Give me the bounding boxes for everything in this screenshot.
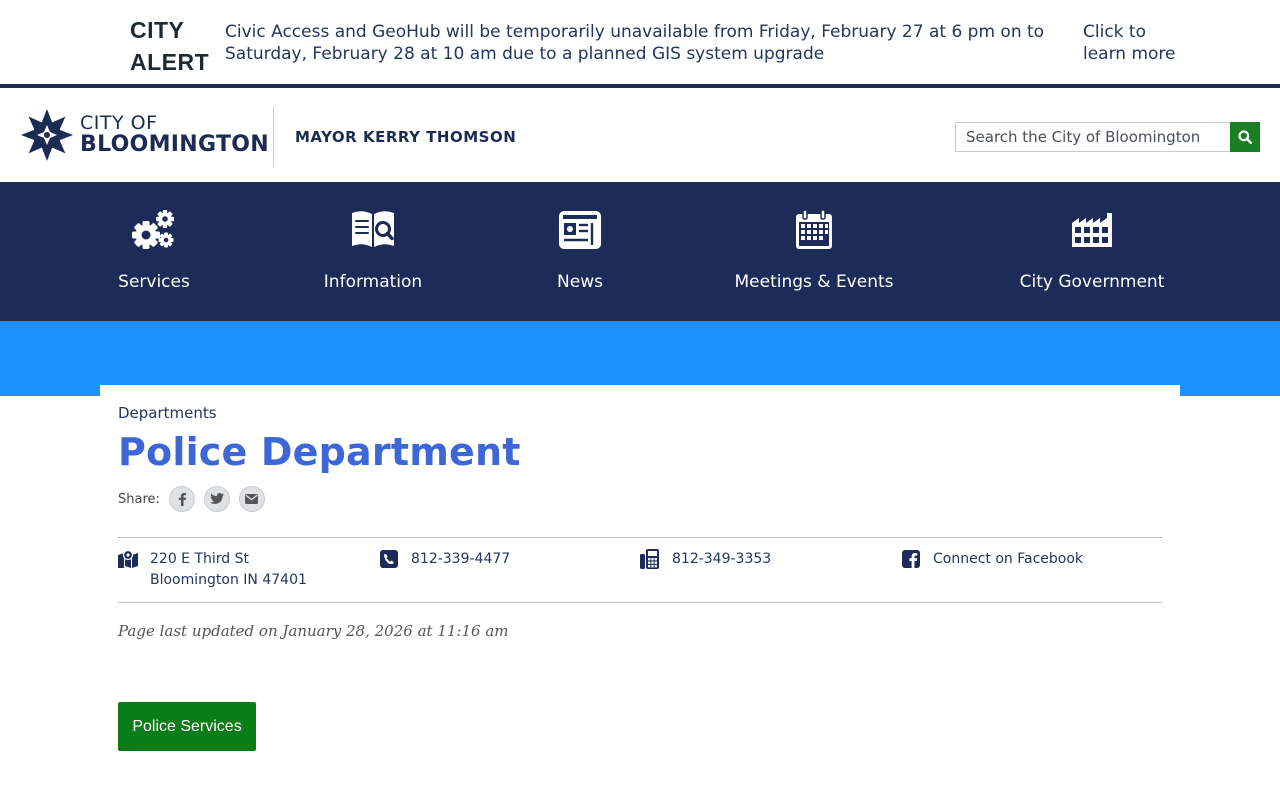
search-input[interactable]	[955, 122, 1230, 152]
newspaper-icon	[559, 211, 601, 249]
search-button[interactable]	[1230, 122, 1260, 152]
address-line2: Bloomington IN 47401	[150, 572, 307, 588]
email-icon	[245, 494, 259, 504]
nav-label: Information	[323, 272, 423, 292]
contact-facebook: Connect on Facebook	[901, 549, 1083, 570]
contact-address: 220 E Third St Bloomington IN 47401	[118, 549, 307, 591]
main-nav: Services Information News Meetings & Eve…	[0, 182, 1280, 321]
nav-item-services[interactable]: Services	[104, 182, 204, 321]
share-label: Share:	[118, 491, 160, 507]
facebook-icon	[178, 493, 186, 506]
city-logo[interactable]: CITY OF BLOOMINGTON	[20, 108, 269, 162]
fax-number: 812-349-3353	[672, 551, 772, 567]
map-marker-icon	[118, 550, 138, 568]
alert-title: CITY ALERT	[130, 17, 210, 75]
site-header: CITY OF BLOOMINGTON MAYOR KERRY THOMSON	[0, 92, 1280, 182]
contact-fax: 812-349-3353	[640, 549, 771, 570]
police-services-button[interactable]: Police Services	[118, 702, 256, 751]
nav-item-city-government[interactable]: City Government	[1012, 182, 1172, 321]
city-alert-bar: CITY ALERT Civic Access and GeoHub will …	[0, 0, 1280, 88]
nav-label: Meetings & Events	[734, 272, 894, 292]
page-title: Police Department	[118, 430, 521, 474]
logo-line1: CITY OF	[80, 112, 158, 134]
calendar-icon	[796, 209, 832, 249]
site-search	[955, 122, 1260, 152]
last-updated: Page last updated on January 28, 2026 at…	[118, 622, 509, 640]
contact-info: 220 E Third St Bloomington IN 47401 812-…	[118, 537, 1162, 603]
header-divider	[273, 107, 274, 167]
city-seal-icon	[21, 109, 73, 161]
nav-label: News	[557, 272, 603, 292]
fax-icon	[640, 549, 659, 569]
search-icon	[1238, 130, 1252, 144]
alert-message: Civic Access and GeoHub will be temporar…	[225, 22, 1045, 64]
gears-icon	[132, 210, 174, 249]
share-twitter-button[interactable]	[203, 486, 230, 512]
nav-item-news[interactable]: News	[540, 182, 620, 321]
breadcrumb-departments[interactable]: Departments	[118, 404, 217, 422]
twitter-icon	[209, 493, 224, 504]
address-line1: 220 E Third St	[150, 551, 250, 567]
book-search-icon	[352, 211, 394, 247]
phone-icon	[380, 550, 398, 568]
nav-item-information[interactable]: Information	[313, 182, 433, 321]
share-facebook-button[interactable]	[168, 486, 195, 512]
facebook-square-icon	[902, 550, 920, 568]
nav-item-meetings-events[interactable]: Meetings & Events	[729, 182, 899, 321]
phone-link[interactable]: 812-339-4477	[411, 549, 510, 570]
logo-line2: BLOOMINGTON	[80, 132, 269, 157]
share-email-button[interactable]	[238, 486, 265, 512]
share-bar: Share:	[118, 486, 274, 512]
contact-phone: 812-339-4477	[379, 549, 510, 570]
nav-label: Services	[118, 272, 190, 292]
nav-label: City Government	[1019, 272, 1165, 292]
facebook-link[interactable]: Connect on Facebook	[933, 549, 1083, 570]
alert-learn-more-link[interactable]: Click to learn more	[1083, 21, 1183, 65]
mayor-link[interactable]: MAYOR KERRY THOMSON	[295, 128, 516, 146]
building-icon	[1072, 213, 1112, 247]
